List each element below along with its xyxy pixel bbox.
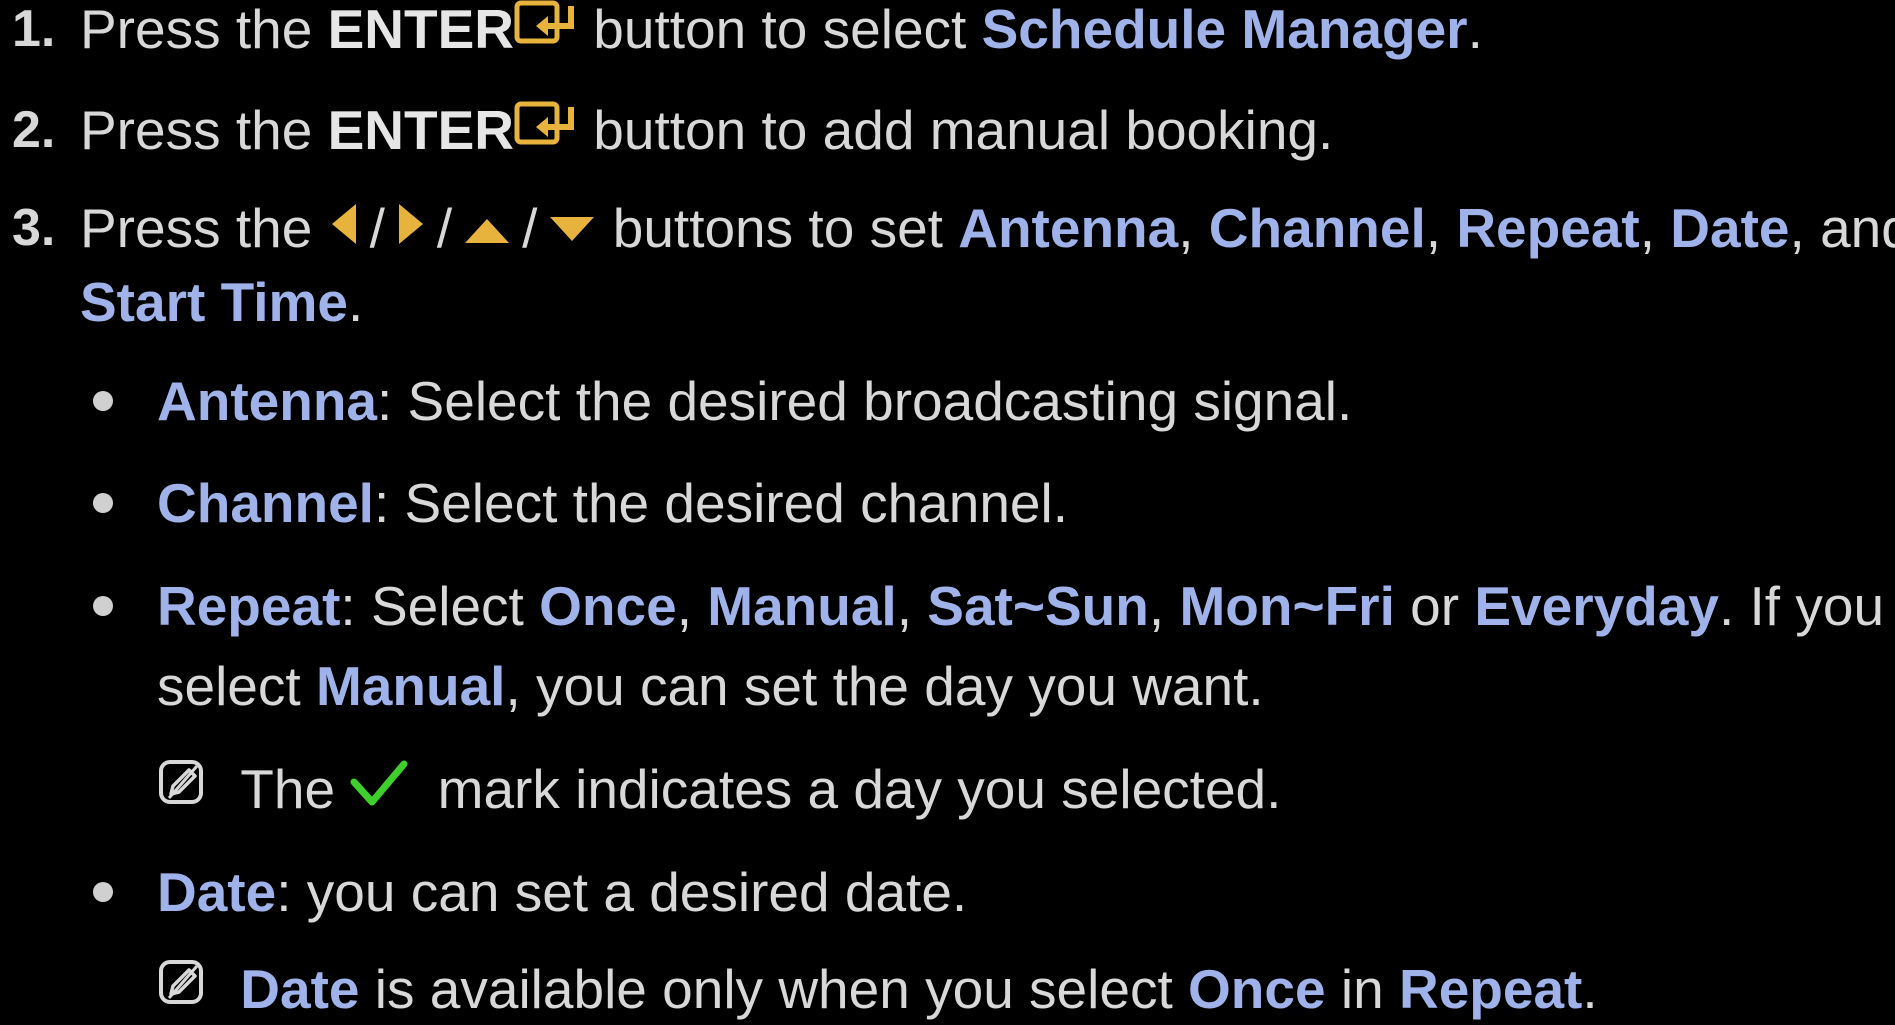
bullet-text: Antenna: Select the desired broadcasting… [157, 370, 1353, 432]
enter-key-label: ENTER [327, 0, 515, 60]
bullet-text-continued: select Manual, you can set the day you w… [157, 655, 1264, 717]
step-number: 1. [12, 0, 56, 58]
checkmark-icon [350, 757, 408, 821]
bullet-dot [93, 882, 113, 902]
bullet-dot [93, 391, 113, 411]
step-text: Press the ENTER button to add manual boo… [80, 98, 1334, 162]
bullet-text: Channel: Select the desired channel. [157, 472, 1069, 534]
down-arrow-icon [547, 196, 597, 260]
step-number: 2. [12, 101, 56, 159]
date-note: Date is available only when you select O… [157, 957, 1598, 1021]
step-text: Press the / / / buttons to set Antenna, Ch… [80, 196, 1895, 260]
enter-key-label: ENTER [327, 99, 515, 161]
up-arrow-icon [462, 196, 512, 260]
bullet-dot [93, 493, 113, 513]
right-arrow-icon [395, 196, 427, 260]
step-text-continued: Start Time. [80, 271, 364, 333]
repeat-note: The mark indicates a day you selected. [157, 757, 1281, 821]
enter-key-icon [514, 0, 578, 61]
bullet-text: Date: you can set a desired date. [157, 861, 968, 923]
note-icon [157, 957, 207, 1021]
step-number: 3. [12, 199, 56, 257]
enter-key-icon [514, 98, 578, 162]
step-text: Press the ENTER button to select Schedul… [80, 0, 1483, 61]
schedule-manager-term: Schedule Manager [981, 0, 1468, 60]
bullet-dot [93, 596, 113, 616]
note-icon [157, 757, 207, 821]
left-arrow-icon [328, 196, 360, 260]
bullet-text: Repeat: Select Once, Manual, Sat~Sun, Mo… [157, 575, 1885, 637]
